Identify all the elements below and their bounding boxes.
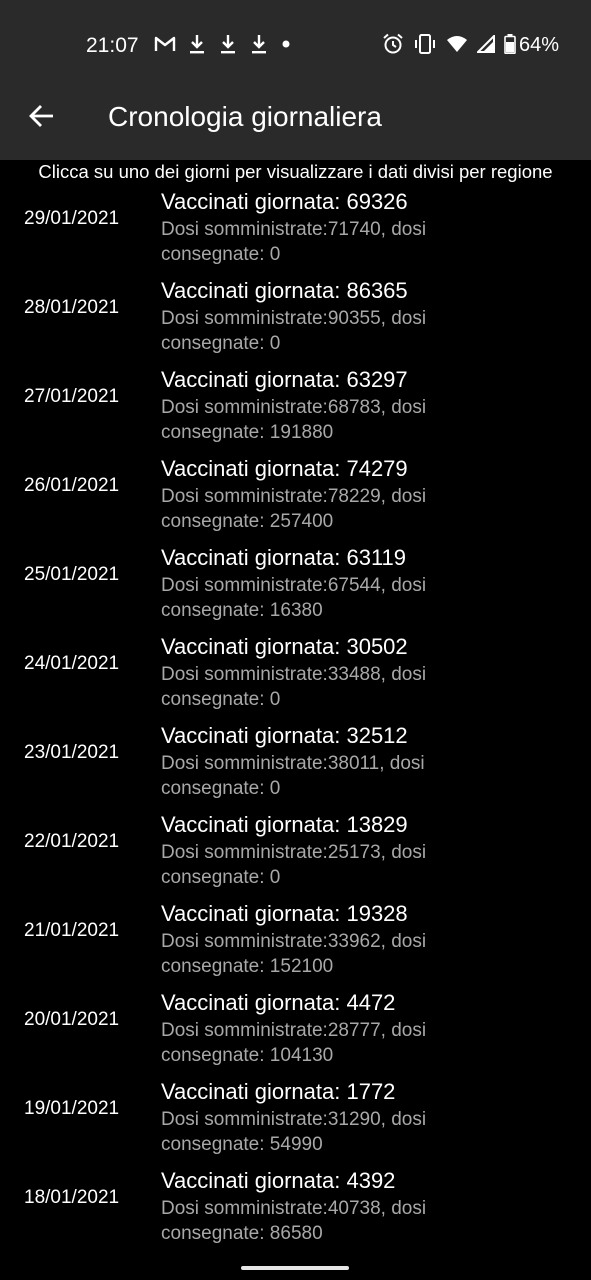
row-vaccinated-count: Vaccinati giornata: 19328 (161, 901, 408, 926)
row-date: 23/01/2021 (24, 742, 120, 763)
row-doses-summary: Dosi somministrate:28777, dosi consegnat… (161, 1020, 427, 1066)
day-row[interactable]: 19/01/2021 Vaccinati giornata: 1772 Dosi s… (0, 1078, 591, 1167)
row-doses-summary: Dosi somministrate:67544, dosi consegnat… (161, 575, 427, 621)
download-icon (249, 33, 269, 60)
row-date: 24/01/2021 (24, 653, 120, 674)
signal-icon (475, 33, 495, 58)
row-doses-summary: Dosi somministrate:40738, dosi consegnat… (161, 1198, 427, 1244)
row-vaccinated-count: Vaccinati giornata: 30502 (161, 634, 408, 659)
day-row[interactable]: 28/01/2021 Vaccinati giornata: 86365 Dosi … (0, 277, 591, 366)
battery-icon (504, 33, 516, 59)
battery-percent: 64% (519, 34, 560, 56)
row-date: 21/01/2021 (24, 920, 120, 941)
row-date: 25/01/2021 (24, 564, 120, 585)
status-time: 21:07 (86, 34, 139, 57)
gesture-nav-handle[interactable] (241, 1266, 349, 1270)
row-vaccinated-count: Vaccinati giornata: 4472 (161, 990, 396, 1015)
row-vaccinated-count: Vaccinati giornata: 69326 (161, 189, 408, 214)
status-bar: 21:07 64% (0, 0, 591, 74)
wifi-icon (446, 35, 468, 58)
system-icons (382, 33, 525, 60)
day-row[interactable]: 24/01/2021 Vaccinati giornata: 30502 Dosi … (0, 633, 591, 722)
row-vaccinated-count: Vaccinati giornata: 63297 (161, 367, 408, 392)
row-doses-summary: Dosi somministrate:71740, dosi consegnat… (161, 219, 427, 265)
row-date: 22/01/2021 (24, 831, 120, 852)
row-date: 18/01/2021 (24, 1187, 120, 1208)
back-button[interactable] (20, 96, 64, 140)
row-date: 20/01/2021 (24, 1009, 120, 1030)
row-doses-summary: Dosi somministrate:78229, dosi consegnat… (161, 486, 427, 532)
row-vaccinated-count: Vaccinati giornata: 32512 (161, 723, 408, 748)
row-vaccinated-count: Vaccinati giornata: 86365 (161, 278, 408, 303)
arrow-back-icon (28, 102, 56, 135)
day-row[interactable]: 21/01/2021 Vaccinati giornata: 19328 Dosi … (0, 900, 591, 989)
page-title: Cronologia giornaliera (108, 101, 382, 132)
alarm-icon (382, 33, 404, 60)
row-vaccinated-count: Vaccinati giornata: 13829 (161, 812, 408, 837)
app-bar: Cronologia giornaliera (0, 74, 591, 160)
day-row[interactable]: 27/01/2021 Vaccinati giornata: 63297 Dosi … (0, 366, 591, 455)
row-doses-summary: Dosi somministrate:38011, dosi consegnat… (161, 753, 425, 799)
download-icon (218, 33, 238, 60)
row-date: 28/01/2021 (24, 297, 120, 318)
row-vaccinated-count: Vaccinati giornata: 74279 (161, 456, 408, 481)
row-doses-summary: Dosi somministrate:90355, dosi consegnat… (161, 308, 427, 354)
row-date: 29/01/2021 (24, 208, 120, 229)
day-row[interactable]: 18/01/2021 Vaccinati giornata: 4392 Dosi s… (0, 1167, 591, 1256)
day-row[interactable]: 25/01/2021 Vaccinati giornata: 63119 Dosi … (0, 544, 591, 633)
row-date: 26/01/2021 (24, 475, 120, 496)
day-row[interactable]: 29/01/2021 Vaccinati giornata: 69326 Dosi … (0, 188, 591, 277)
dot-icon (280, 37, 292, 55)
download-icon (187, 33, 207, 60)
row-vaccinated-count: Vaccinati giornata: 4392 (161, 1168, 396, 1193)
day-row[interactable]: 22/01/2021 Vaccinati giornata: 13829 Dosi … (0, 811, 591, 900)
day-row[interactable]: 20/01/2021 Vaccinati giornata: 4472 Dosi s… (0, 989, 591, 1078)
row-date: 19/01/2021 (24, 1098, 120, 1119)
row-vaccinated-count: Vaccinati giornata: 63119 (161, 545, 407, 570)
row-vaccinated-count: Vaccinati giornata: 1772 (161, 1079, 396, 1104)
history-list: 29/01/2021 Vaccinati giornata: 69326 Dosi … (0, 188, 591, 1256)
day-row[interactable]: 26/01/2021 Vaccinati giornata: 74279 Dosi … (0, 455, 591, 544)
vibrate-icon (413, 33, 437, 60)
row-doses-summary: Dosi somministrate:31290, dosi consegnat… (161, 1109, 427, 1155)
row-date: 27/01/2021 (24, 386, 120, 407)
gmail-icon (154, 35, 176, 58)
row-doses-summary: Dosi somministrate:68783, dosi consegnat… (161, 397, 427, 443)
day-row[interactable]: 23/01/2021 Vaccinati giornata: 32512 Dosi … (0, 722, 591, 811)
row-doses-summary: Dosi somministrate:33488, dosi consegnat… (161, 664, 427, 710)
notification-icons (154, 34, 303, 58)
row-doses-summary: Dosi somministrate:33962, dosi consegnat… (161, 931, 427, 977)
instruction-text: Clicca su uno dei giorni per visualizzar… (38, 161, 553, 182)
row-doses-summary: Dosi somministrate:25173, dosi consegnat… (161, 842, 427, 888)
